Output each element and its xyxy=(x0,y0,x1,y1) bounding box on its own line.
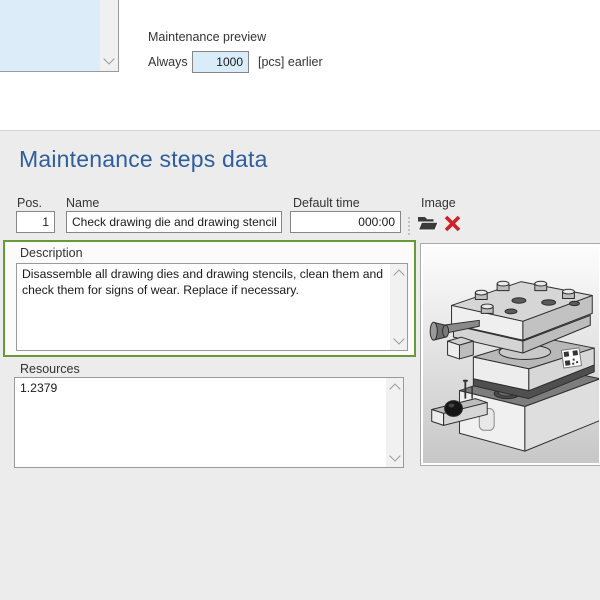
always-label: Always xyxy=(148,55,188,69)
image-label: Image xyxy=(421,196,456,210)
description-group: Description Disassemble all drawing dies… xyxy=(3,240,416,357)
preview-quantity-input[interactable] xyxy=(192,51,249,73)
default-time-label: Default time xyxy=(293,196,360,210)
chevron-up-icon[interactable] xyxy=(388,383,401,395)
resources-field-frame: 1.2379 xyxy=(14,377,404,468)
maintenance-preview-label: Maintenance preview xyxy=(148,30,267,44)
description-textarea[interactable]: Disassemble all drawing dies and drawing… xyxy=(17,264,390,350)
vertical-scrollbar[interactable] xyxy=(100,0,118,71)
name-input[interactable] xyxy=(66,211,282,233)
chevron-down-icon[interactable] xyxy=(388,450,401,462)
image-preview-box xyxy=(420,243,600,466)
pos-label: Pos. xyxy=(17,196,43,210)
name-label: Name xyxy=(66,196,100,210)
delete-image-button[interactable] xyxy=(443,214,462,233)
page-title: Maintenance steps data xyxy=(19,146,268,172)
die-assembly-image xyxy=(423,246,599,463)
top-panel: Maintenance preview Always [pcs] earlier xyxy=(0,0,600,130)
default-time-input[interactable] xyxy=(290,211,401,233)
chevron-down-icon[interactable] xyxy=(392,333,405,345)
resources-label: Resources xyxy=(20,362,80,376)
resources-textarea[interactable]: 1.2379 xyxy=(15,378,386,467)
delete-x-icon xyxy=(444,215,461,232)
description-field-frame: Disassemble all drawing dies and drawing… xyxy=(16,263,408,351)
open-image-button[interactable] xyxy=(417,215,439,232)
vertical-scrollbar[interactable] xyxy=(390,264,407,350)
pcs-earlier-label: [pcs] earlier xyxy=(258,55,323,69)
open-folder-icon xyxy=(417,217,439,231)
gripper-dots-icon[interactable] xyxy=(408,217,410,235)
maintenance-steps-panel: Maintenance steps data Pos. Name Default… xyxy=(0,131,600,600)
vertical-scrollbar[interactable] xyxy=(386,378,403,467)
chevron-up-icon[interactable] xyxy=(392,269,405,281)
pos-input[interactable] xyxy=(16,211,55,233)
chevron-down-icon[interactable] xyxy=(103,53,115,65)
description-label: Description xyxy=(20,246,83,260)
preview-list[interactable] xyxy=(0,0,119,72)
